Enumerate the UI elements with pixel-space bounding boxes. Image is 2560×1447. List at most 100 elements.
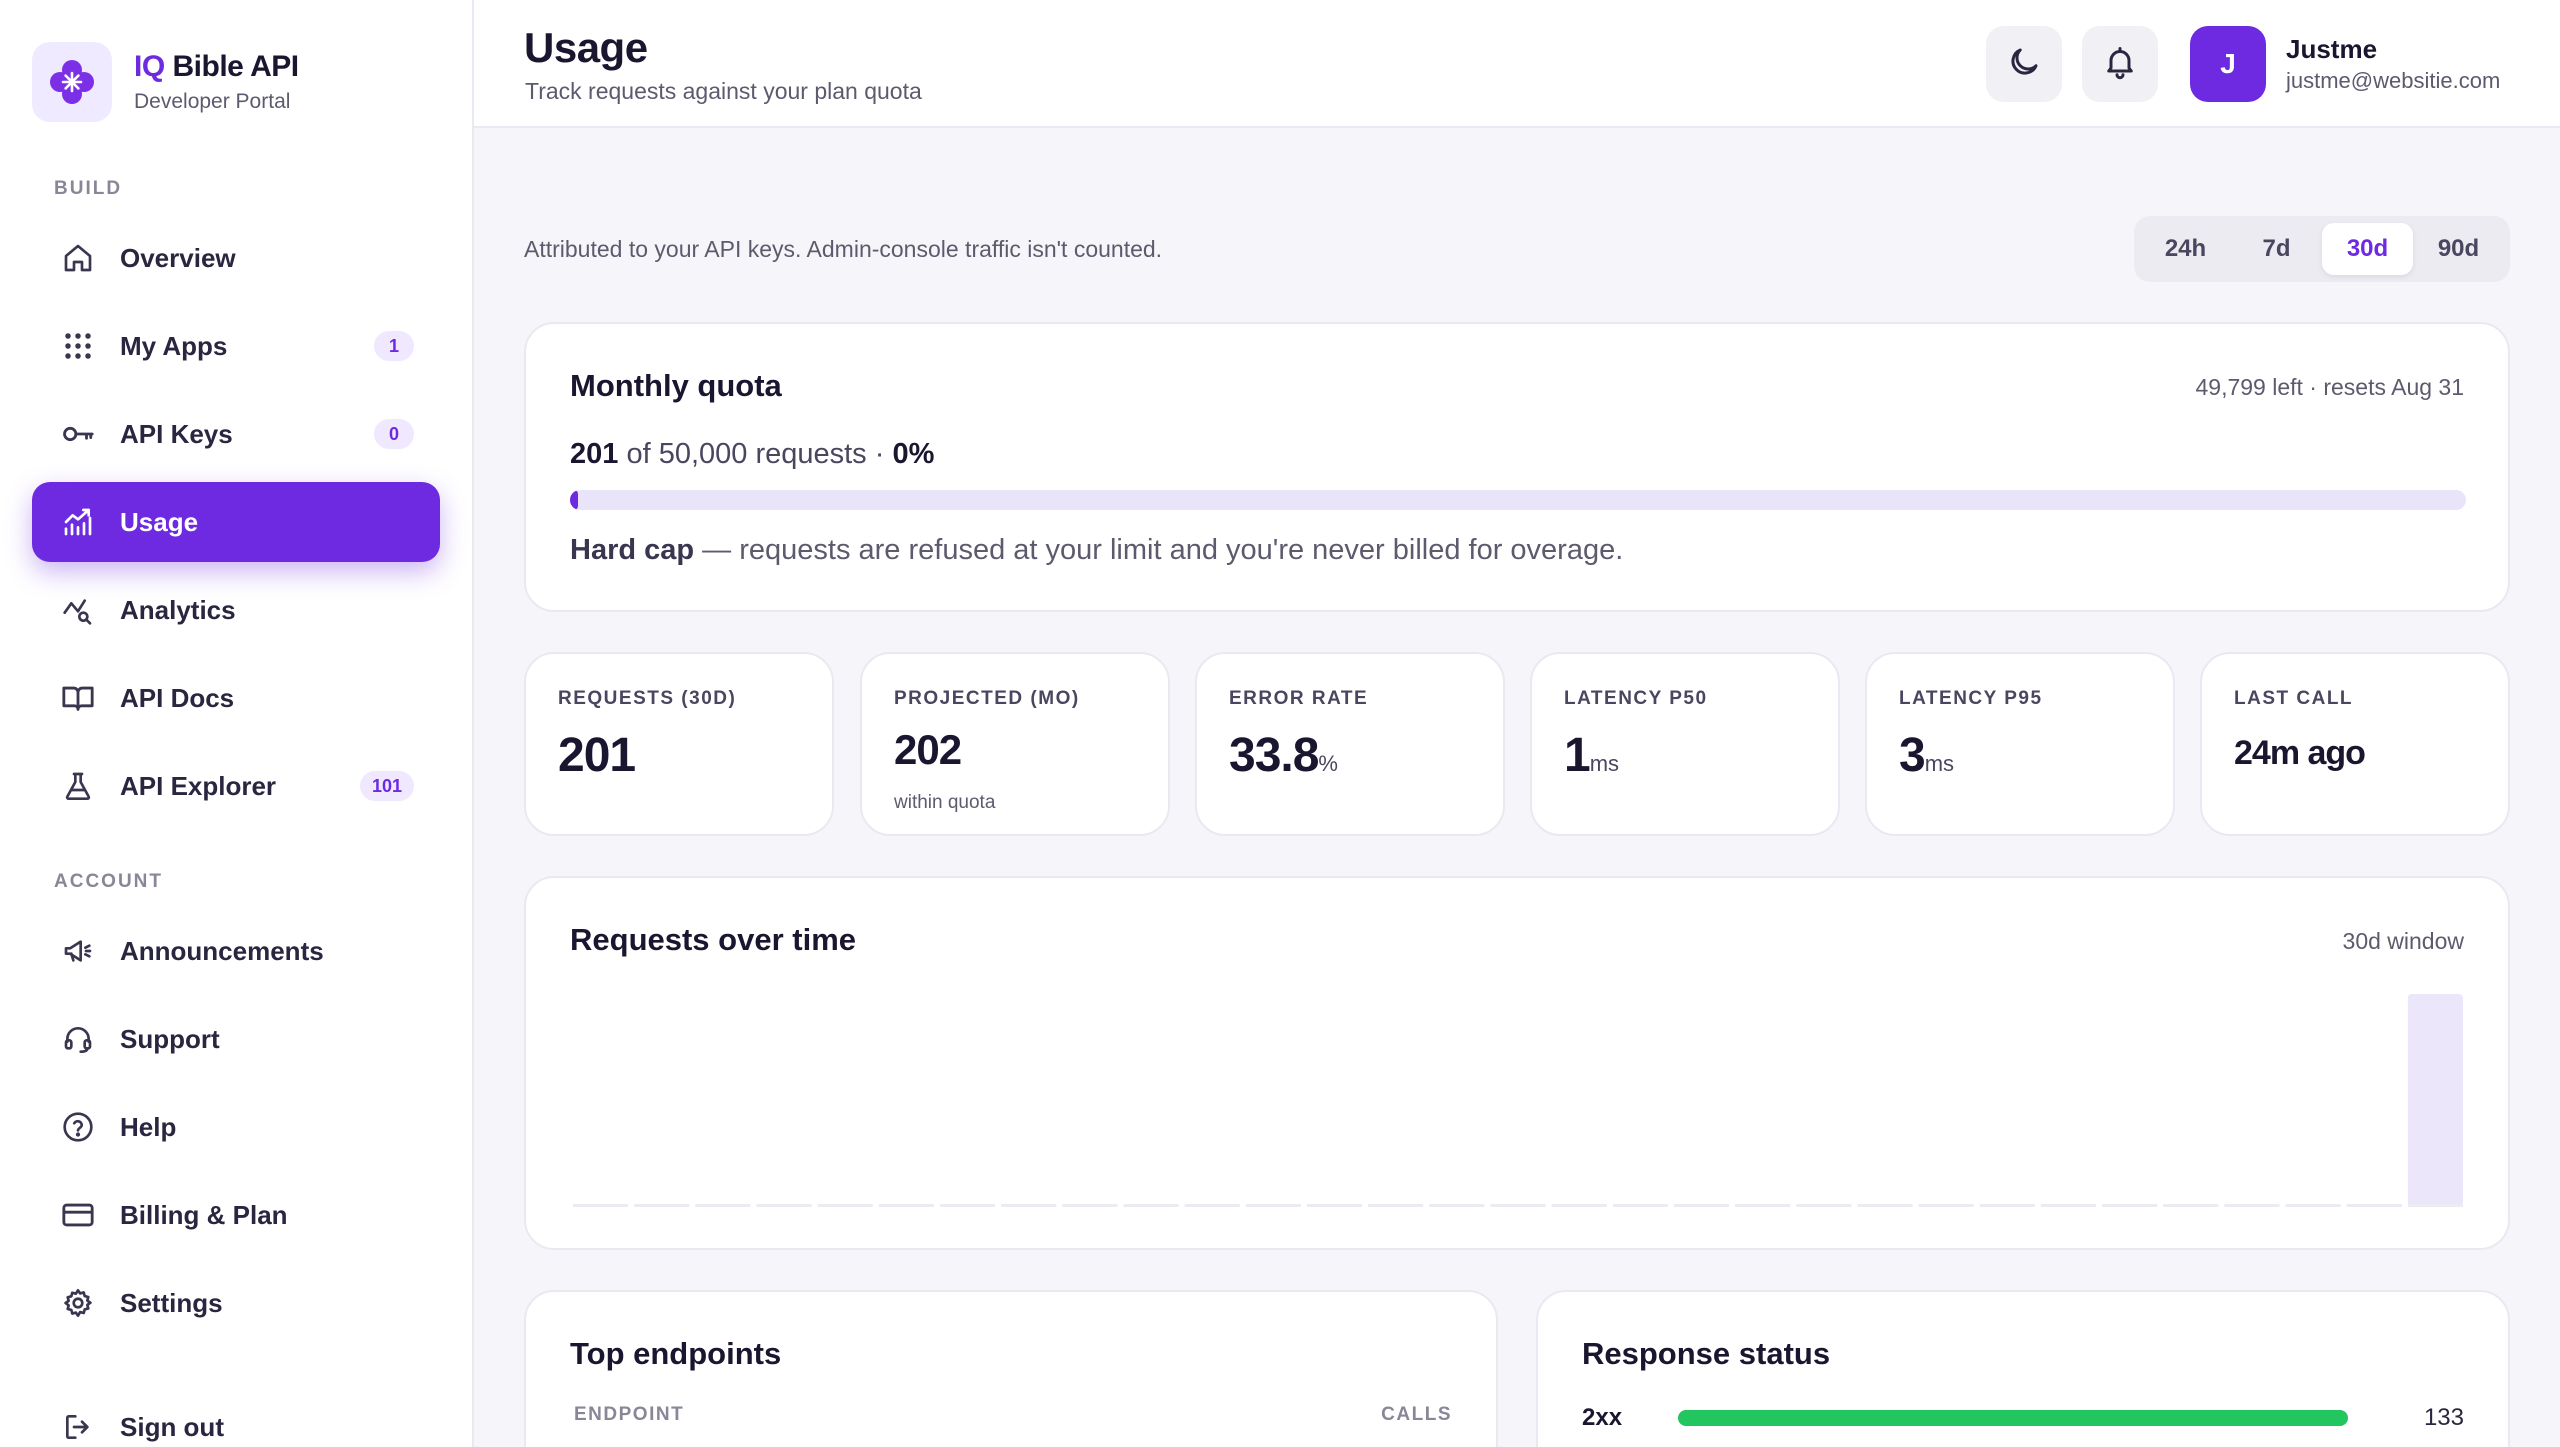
sign-out-button[interactable]: Sign out (32, 1387, 440, 1447)
sidebar-item-support[interactable]: Support (32, 999, 440, 1079)
chart-bar-baseline (1857, 1204, 1913, 1207)
sidebar-item-help[interactable]: Help (32, 1087, 440, 1167)
stat-value: 201 (558, 729, 636, 782)
chart-bar-baseline (634, 1204, 690, 1207)
stat-card-requests: REQUESTS (30D) 201 (524, 652, 834, 836)
quota-title: Monthly quota (570, 368, 782, 403)
brand[interactable]: IQ Bible API Developer Portal (32, 42, 299, 122)
quota-remaining: 49,799 left · resets Aug 31 (2195, 374, 2464, 400)
chart-bar-baseline (1490, 1204, 1546, 1207)
top-header: Usage Track requests against your plan q… (474, 0, 2560, 128)
analytics-icon (60, 592, 96, 628)
chart-bar-baseline (1918, 1204, 1974, 1207)
stat-label: REQUESTS (30D) (558, 688, 737, 709)
user-name[interactable]: Justme (2286, 34, 2377, 65)
theme-toggle-button[interactable] (1986, 26, 2062, 102)
stat-value: 33.8% (1229, 729, 1338, 782)
sidebar-item-settings[interactable]: Settings (32, 1263, 440, 1343)
sidebar-item-announcements[interactable]: Announcements (32, 911, 440, 991)
quota-progress-bar (570, 490, 2466, 510)
stat-label: LATENCY P95 (1899, 688, 2043, 709)
chart-bar-baseline (1796, 1204, 1852, 1207)
logo-icon (32, 42, 112, 122)
stat-card-error-rate: ERROR RATE 33.8% (1195, 652, 1505, 836)
sidebar-item-overview[interactable]: Overview (32, 218, 440, 298)
attribution-note: Attributed to your API keys. Admin-conso… (524, 236, 1163, 262)
sidebar-item-label: Settings (120, 1287, 223, 1318)
sidebar-item-usage[interactable]: Usage (32, 482, 440, 562)
home-icon (60, 240, 96, 276)
count-badge: 1 (374, 331, 414, 361)
chart-bar-baseline (1001, 1204, 1057, 1207)
chart-bar-baseline (1368, 1204, 1424, 1207)
chart-bar-baseline (756, 1204, 812, 1207)
page-title: Usage (524, 24, 648, 71)
stat-label: LAST CALL (2234, 688, 2354, 709)
sidebar-item-billing[interactable]: Billing & Plan (32, 1175, 440, 1255)
avatar[interactable]: J (2190, 26, 2266, 102)
range-30d-button[interactable]: 30d (2322, 223, 2413, 275)
brand-subtitle: Developer Portal (134, 90, 291, 113)
chart-bar-baseline (1429, 1204, 1485, 1207)
chart-bar-baseline (1673, 1204, 1730, 1207)
chart-bar-baseline (1612, 1204, 1668, 1207)
chart-title: Requests over time (570, 922, 856, 957)
user-email: justme@websitie.com (2286, 68, 2501, 93)
sidebar-item-my-apps[interactable]: My Apps 1 (32, 306, 440, 386)
range-90d-button[interactable]: 90d (2413, 223, 2504, 275)
chart-bar-baseline (2102, 1204, 2158, 1207)
notifications-button[interactable] (2082, 26, 2158, 102)
stat-card-latency-p95: LATENCY P95 3ms (1865, 652, 2175, 836)
range-7d-button[interactable]: 7d (2231, 223, 2322, 275)
sidebar-item-api-keys[interactable]: API Keys 0 (32, 394, 440, 474)
chart-bar-baseline (2163, 1204, 2219, 1207)
section-label-account: ACCOUNT (54, 871, 163, 892)
sidebar-item-label: Announcements (120, 935, 324, 966)
sidebar-item-api-explorer[interactable]: API Explorer 101 (32, 746, 440, 826)
monthly-quota-card: Monthly quota 49,799 left · resets Aug 3… (524, 322, 2510, 612)
sidebar-item-label: Analytics (120, 594, 236, 625)
section-label-build: BUILD (54, 178, 123, 199)
top-endpoints-title: Top endpoints (570, 1336, 782, 1371)
time-range-selector: 24h 7d 30d 90d (2134, 216, 2510, 282)
quota-hint: Hard cap — requests are refused at your … (570, 534, 1624, 566)
sidebar-item-api-docs[interactable]: API Docs (32, 658, 440, 738)
range-24h-button[interactable]: 24h (2140, 223, 2231, 275)
help-icon (60, 1109, 96, 1145)
stat-value: 24m ago (2234, 734, 2366, 772)
quota-usage-line: 201 of 50,000 requests · 0% (570, 438, 935, 470)
sidebar-item-analytics[interactable]: Analytics (32, 570, 440, 650)
status-label: 2xx (1582, 1404, 1623, 1431)
sidebar-item-label: Support (120, 1023, 220, 1054)
chart-bar-baseline (2346, 1204, 2402, 1207)
sidebar: IQ Bible API Developer Portal BUILD Over… (0, 0, 474, 1447)
grid-icon (60, 328, 96, 364)
chart-bar-baseline (1735, 1204, 1791, 1207)
top-endpoints-card: Top endpoints ENDPOINT CALLS (524, 1290, 1498, 1447)
chart-bar-baseline (695, 1204, 751, 1207)
chart-window-label: 30d window (2342, 928, 2464, 954)
stat-value: 202 (894, 726, 962, 773)
credit-card-icon (60, 1197, 96, 1233)
chart-bar-baseline (2040, 1204, 2097, 1207)
headset-icon (60, 1021, 96, 1057)
sidebar-item-label: Sign out (120, 1411, 224, 1442)
status-count: 133 (2423, 1404, 2464, 1431)
sign-out-icon (60, 1409, 96, 1445)
chart-bar-baseline (939, 1204, 996, 1207)
flask-icon (60, 768, 96, 804)
megaphone-icon (60, 933, 96, 969)
chart-bar-baseline (1979, 1204, 2035, 1207)
stat-value: 1ms (1564, 729, 1620, 782)
column-header-calls: CALLS (1381, 1404, 1452, 1425)
stat-sub: within quota (894, 792, 996, 813)
stat-label: PROJECTED (MO) (894, 688, 1080, 709)
chart-bar-baseline (2407, 1204, 2463, 1207)
stat-card-last-call: LAST CALL 24m ago (2200, 652, 2510, 836)
page-subtitle: Track requests against your plan quota (525, 78, 922, 104)
chart-bar-baseline (2224, 1204, 2280, 1207)
response-status-card: Response status 2xx 133 (1536, 1290, 2510, 1447)
stat-value: 3ms (1899, 729, 1955, 782)
status-bar-fill (1678, 1410, 2348, 1426)
gear-icon (60, 1285, 96, 1321)
